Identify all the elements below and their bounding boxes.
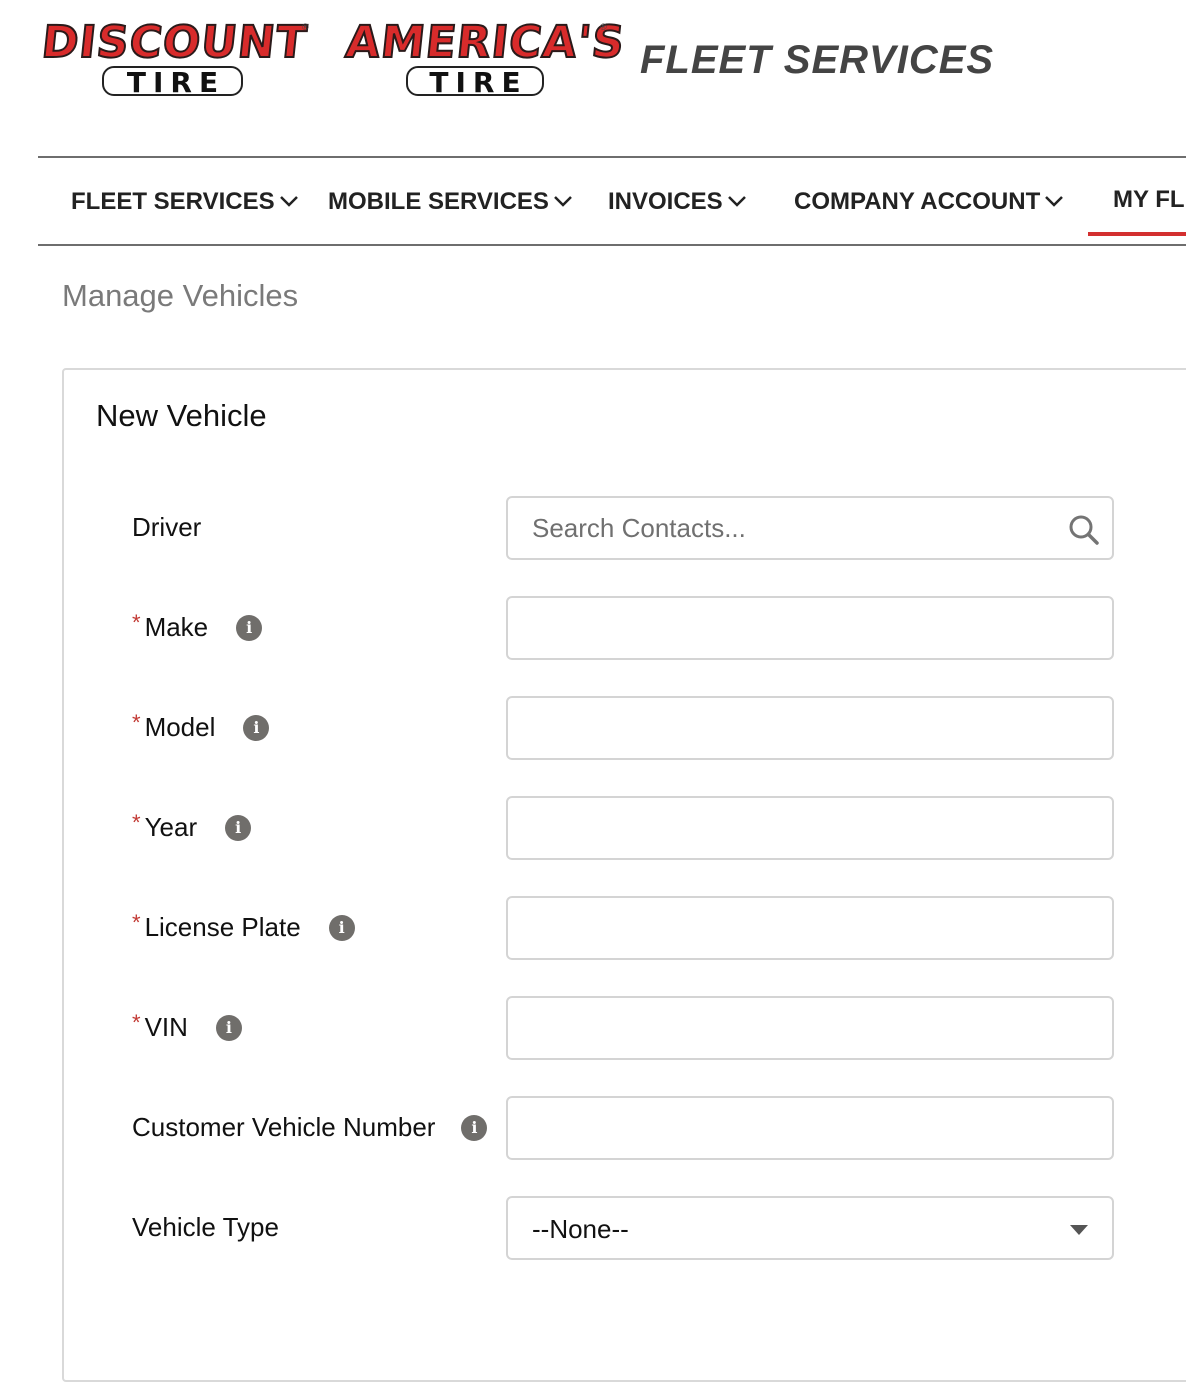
nav-item-label: MOBILE SERVICES — [328, 188, 549, 215]
info-icon[interactable]: i — [215, 1014, 242, 1041]
americas-tire-logo-tire: TIRE — [406, 66, 544, 98]
info-icon[interactable]: i — [461, 1114, 488, 1141]
americas-tire-logo[interactable]: AMERICA'S ® TIRE — [342, 16, 628, 102]
vin-label: * VIN i — [132, 1010, 242, 1043]
vin-row: * VIN i — [64, 996, 1186, 1060]
field-label: License Plate — [144, 912, 301, 942]
year-field[interactable] — [506, 796, 1114, 860]
nav-item-label: MY FLI — [1113, 186, 1186, 213]
license-plate-label: * License Plate i — [132, 910, 355, 943]
info-icon[interactable]: i — [225, 814, 252, 841]
nav-item-fleet-services[interactable]: FLEET SERVICES — [71, 188, 299, 216]
required-marker: * — [132, 910, 141, 935]
driver-search-field[interactable] — [506, 496, 1114, 560]
model-field[interactable] — [506, 696, 1114, 760]
main-nav: FLEET SERVICES MOBILE SERVICES INVOICES … — [38, 156, 1186, 246]
search-icon[interactable] — [1068, 514, 1100, 546]
required-marker: * — [132, 710, 141, 735]
year-row: * Year i — [64, 796, 1186, 860]
info-icon[interactable]: i — [328, 914, 355, 941]
discount-tire-logo-tire: TIRE — [102, 66, 243, 98]
discount-tire-logo-word: DISCOUNT — [38, 16, 310, 69]
model-label: * Model i — [132, 710, 270, 743]
vehicle-type-selected-value: --None-- — [532, 1214, 629, 1244]
chevron-down-icon — [554, 195, 572, 207]
page-title: Manage Vehicles — [62, 278, 299, 313]
make-label: * Make i — [132, 610, 263, 643]
license-plate-row: * License Plate i — [64, 896, 1186, 960]
field-label: Model — [144, 712, 216, 742]
field-label: Year — [144, 812, 198, 842]
vin-field[interactable] — [506, 996, 1114, 1060]
chevron-down-icon — [727, 195, 746, 207]
required-marker: * — [132, 1010, 141, 1035]
card-title: New Vehicle — [96, 398, 267, 433]
vehicle-type-select[interactable]: --None-- — [506, 1196, 1114, 1260]
nav-item-label: COMPANY ACCOUNT — [794, 188, 1041, 215]
info-icon[interactable]: i — [243, 714, 270, 741]
nav-item-company-account[interactable]: COMPANY ACCOUNT — [794, 188, 1064, 216]
required-marker: * — [132, 810, 141, 835]
driver-label: Driver — [132, 512, 201, 543]
nav-item-mobile-services[interactable]: MOBILE SERVICES — [328, 188, 573, 216]
driver-search-input[interactable] — [508, 498, 1112, 558]
info-icon[interactable]: i — [236, 614, 263, 641]
field-label: Driver — [132, 512, 202, 542]
customer-vehicle-number-label: Customer Vehicle Number i — [132, 1112, 488, 1143]
license-plate-input[interactable] — [508, 898, 1112, 958]
site-title: FLEET SERVICES — [640, 38, 995, 82]
license-plate-field[interactable] — [506, 896, 1114, 960]
customer-vehicle-number-field[interactable] — [506, 1096, 1114, 1160]
field-label: Make — [144, 612, 209, 642]
field-label: Vehicle Type — [132, 1212, 279, 1242]
driver-row: Driver — [64, 496, 1186, 560]
chevron-down-icon — [1045, 195, 1064, 207]
nav-item-label: INVOICES — [608, 188, 723, 215]
discount-tire-logo[interactable]: DISCOUNT ® TIRE — [38, 16, 310, 102]
nav-item-label: FLEET SERVICES — [71, 188, 275, 215]
registered-mark-icon: ® — [302, 22, 309, 32]
field-label: Customer Vehicle Number — [132, 1112, 436, 1142]
chevron-down-icon — [279, 195, 298, 207]
americas-tire-logo-word: AMERICA'S — [342, 16, 628, 69]
vin-input[interactable] — [508, 998, 1112, 1058]
make-input[interactable] — [508, 598, 1112, 658]
vehicle-type-label: Vehicle Type — [132, 1212, 279, 1243]
customer-vehicle-number-row: Customer Vehicle Number i — [64, 1096, 1186, 1160]
model-input[interactable] — [508, 698, 1112, 758]
customer-vehicle-number-input[interactable] — [508, 1098, 1112, 1158]
field-label: VIN — [144, 1012, 188, 1042]
make-field[interactable] — [506, 596, 1114, 660]
required-marker: * — [132, 610, 141, 635]
caret-down-icon — [1070, 1225, 1088, 1235]
vehicle-type-row: Vehicle Type --None-- — [64, 1196, 1186, 1260]
year-input[interactable] — [508, 798, 1112, 858]
model-row: * Model i — [64, 696, 1186, 760]
year-label: * Year i — [132, 810, 252, 843]
nav-item-my-fleet[interactable]: MY FLI — [1113, 186, 1186, 214]
make-row: * Make i — [64, 596, 1186, 660]
nav-item-invoices[interactable]: INVOICES — [608, 188, 747, 216]
nav-active-indicator — [1088, 232, 1186, 236]
new-vehicle-card: New Vehicle Driver *Make i *Model i — [62, 368, 1186, 1382]
registered-mark-icon: ® — [600, 22, 607, 32]
